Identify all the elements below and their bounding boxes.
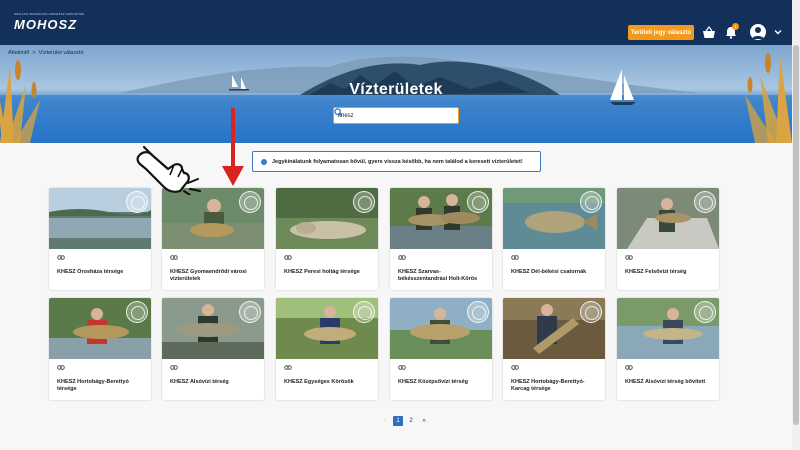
logo-subtitle: MAGYAR ORSZÁGOS HORGÁSZ SZÖVETSÉG xyxy=(14,12,84,16)
breadcrumb: Áttekintő > Vízterület választó xyxy=(8,50,84,56)
notification-badge: 1 xyxy=(732,23,739,30)
water-area-title: KHESZ Hortobágy-Berettyó térsége xyxy=(57,379,129,392)
khesz-stamp-icon xyxy=(694,301,716,323)
khesz-stamp-icon xyxy=(239,191,261,213)
top-navigation-bar: MAGYAR ORSZÁGOS HORGÁSZ SZÖVETSÉG MOHOSZ… xyxy=(0,0,792,45)
link-icon xyxy=(398,255,406,260)
bell-icon[interactable]: 1 xyxy=(724,23,739,39)
water-area-title: KHESZ Orosháza térsége xyxy=(57,269,124,275)
breadcrumb-current: Vízterület választó xyxy=(38,50,84,56)
khesz-stamp-icon xyxy=(353,191,375,213)
notice-text: Jegykínálatunk folyamatosan bővül, gyere… xyxy=(272,158,523,165)
water-area-title: KHESZ Szarvas-békésszentandrási Holt-Kör… xyxy=(398,269,478,282)
water-area-title: KHESZ Peresi holtág térsége xyxy=(284,269,360,275)
khesz-stamp-icon xyxy=(580,301,602,323)
water-area-title: KHESZ Alsóvízi térség xyxy=(170,379,229,385)
water-area-card[interactable]: KHESZ Alsóvízi térség xyxy=(162,298,264,400)
water-area-card[interactable]: KHESZ Orosháza térsége xyxy=(49,188,151,290)
link-icon xyxy=(511,365,519,370)
info-icon xyxy=(261,158,267,165)
water-area-card[interactable]: KHESZ Hortobágy-Berettyó térsége xyxy=(49,298,151,400)
page-scrollbar[interactable] xyxy=(792,0,800,450)
link-icon xyxy=(625,365,633,370)
logo-wordmark: MOHOSZ xyxy=(14,17,78,32)
basket-icon[interactable] xyxy=(702,26,716,39)
water-area-title: KHESZ Hortobágy-Berettyó-Karcag térsége xyxy=(511,379,585,392)
water-area-card[interactable]: KHESZ Szarvas-békésszentandrási Holt-Kör… xyxy=(390,188,492,290)
breadcrumb-separator: > xyxy=(32,50,36,56)
search-icon[interactable] xyxy=(334,108,343,117)
water-area-card[interactable]: KHESZ Egységes Körösök xyxy=(276,298,378,400)
user-avatar[interactable] xyxy=(750,24,766,40)
link-icon xyxy=(170,255,178,260)
link-icon xyxy=(284,255,292,260)
pagination: ‹ 1 2 » xyxy=(380,415,429,427)
water-area-card[interactable]: KHESZ Hortobágy-Berettyó-Karcag térsége xyxy=(503,298,605,400)
water-area-card[interactable]: KHESZ Felsővízi térség xyxy=(617,188,719,290)
water-area-card[interactable]: KHESZ Peresi holtág térsége xyxy=(276,188,378,290)
water-area-title: KHESZ Dél-békési csatornák xyxy=(511,269,587,275)
link-icon xyxy=(625,255,633,260)
page: MAGYAR ORSZÁGOS HORGÁSZ SZÖVETSÉG MOHOSZ… xyxy=(0,0,800,450)
khesz-stamp-icon xyxy=(126,191,148,213)
search-box xyxy=(333,107,459,124)
area-ticket-selector-button[interactable]: Területi jegy választó xyxy=(628,25,694,40)
water-area-title: KHESZ Egységes Körösök xyxy=(284,379,354,385)
search-input[interactable] xyxy=(338,110,438,121)
water-area-card[interactable]: KHESZ Alsóvízi térség bővített xyxy=(617,298,719,400)
hero-banner: Áttekintő > Vízterület választó Vízterület… xyxy=(0,45,792,143)
khesz-stamp-icon xyxy=(467,191,489,213)
link-icon xyxy=(398,365,406,370)
link-icon xyxy=(511,255,519,260)
page-title: Vízterületek xyxy=(349,81,443,98)
water-area-title: KHESZ Felsővízi térség xyxy=(625,269,687,275)
water-area-card[interactable]: KHESZ Középsővízi térség xyxy=(390,298,492,400)
info-notice: Jegykínálatunk folyamatosan bővül, gyere… xyxy=(252,151,541,172)
khesz-stamp-icon xyxy=(580,191,602,213)
pagination-prev-button[interactable]: ‹ xyxy=(380,416,390,426)
khesz-stamp-icon xyxy=(694,191,716,213)
mohosz-logo[interactable]: MAGYAR ORSZÁGOS HORGÁSZ SZÖVETSÉG MOHOSZ xyxy=(14,12,84,36)
link-icon xyxy=(284,365,292,370)
link-icon xyxy=(170,365,178,370)
khesz-stamp-icon xyxy=(353,301,375,323)
breadcrumb-home-link[interactable]: Áttekintő xyxy=(8,50,29,56)
water-area-title: KHESZ Alsóvízi térség bővített xyxy=(625,379,706,385)
pagination-page-1[interactable]: 1 xyxy=(393,416,403,426)
pagination-next-button[interactable]: » xyxy=(419,416,429,426)
water-area-card[interactable]: KHESZ Gyomaendrődi városi vízterületek xyxy=(162,188,264,290)
khesz-stamp-icon xyxy=(239,301,261,323)
water-area-title: KHESZ Középsővízi térség xyxy=(398,379,468,385)
khesz-stamp-icon xyxy=(467,301,489,323)
khesz-stamp-icon xyxy=(126,301,148,323)
water-area-title: KHESZ Gyomaendrődi városi vízterületek xyxy=(170,269,247,282)
scrollbar-thumb[interactable] xyxy=(793,45,799,425)
chevron-down-icon[interactable] xyxy=(773,27,783,37)
pagination-page-2[interactable]: 2 xyxy=(406,416,416,426)
link-icon xyxy=(57,255,65,260)
water-area-card[interactable]: KHESZ Dél-békési csatornák xyxy=(503,188,605,290)
link-icon xyxy=(57,365,65,370)
